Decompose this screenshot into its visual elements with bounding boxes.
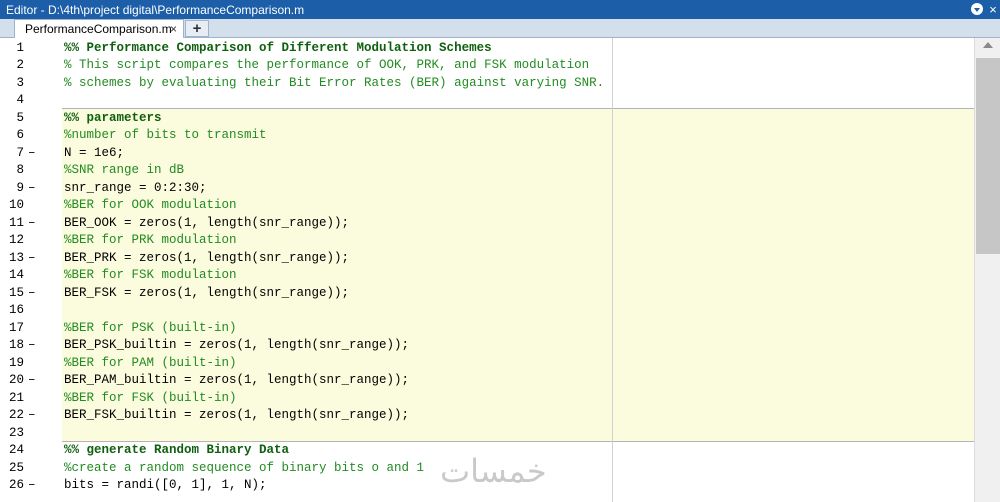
code-statement: BER_PSK_builtin = zeros(1, length(snr_ra… xyxy=(64,338,410,352)
breakpoint-marker[interactable]: – xyxy=(28,215,36,233)
code-statement: BER_FSK_builtin = zeros(1, length(snr_ra… xyxy=(64,408,410,422)
line-number: 15 xyxy=(8,285,24,300)
code-line[interactable]: 16 xyxy=(0,302,974,320)
code-comment: %BER for PAM (built-in) xyxy=(64,355,237,370)
line-number: 10 xyxy=(8,198,24,212)
code-statement: N = 1e6; xyxy=(64,145,125,160)
tab-performance-comparison[interactable]: PerformanceComparison.m × xyxy=(14,19,184,38)
line-number: 11 xyxy=(8,215,24,230)
breakpoint-marker[interactable]: – xyxy=(28,180,36,198)
code-line[interactable]: 18– BER_PSK_builtin = zeros(1, length(snr… xyxy=(0,337,974,355)
line-number: 17 xyxy=(8,320,24,335)
breakpoint-marker[interactable]: – xyxy=(28,285,36,303)
code-comment: %number of bits to transmit xyxy=(64,128,267,142)
line-number: 19 xyxy=(8,355,24,370)
breakpoint-marker[interactable]: – xyxy=(28,145,36,163)
chevron-down-circle-icon[interactable] xyxy=(970,2,984,16)
line-number: 25 xyxy=(8,460,24,475)
code-line[interactable]: 14 %BER for FSK modulation xyxy=(0,267,974,285)
tab-bar: PerformanceComparison.m × + xyxy=(0,19,1000,38)
breakpoint-marker[interactable]: – xyxy=(28,407,36,425)
watermark-logo: خمسات xyxy=(440,452,547,490)
line-number: 8 xyxy=(16,163,24,177)
code-statement: bits = randi([0, 1], 1, N); xyxy=(64,478,267,492)
line-number: 21 xyxy=(8,390,24,405)
code-comment: %BER for PRK modulation xyxy=(64,233,237,247)
code-line[interactable]: 6 %number of bits to transmit xyxy=(0,127,974,145)
tab-label: PerformanceComparison.m xyxy=(25,22,172,36)
line-number: 14 xyxy=(8,268,24,282)
code-line[interactable]: 11– BER_OOK = zeros(1, length(snr_range))… xyxy=(0,215,974,233)
line-number: 26 xyxy=(8,478,24,492)
line-number: 18 xyxy=(8,338,24,352)
code-comment: % schemes by evaluating their Bit Error … xyxy=(64,75,605,90)
line-number: 6 xyxy=(16,128,24,142)
code-comment: %BER for OOK modulation xyxy=(64,198,237,212)
code-comment: %BER for FSK (built-in) xyxy=(64,390,237,405)
line-number: 9 xyxy=(16,180,24,195)
scroll-thumb[interactable] xyxy=(976,58,1000,254)
code-line[interactable]: 15– BER_FSK = zeros(1, length(snr_range))… xyxy=(0,285,974,303)
code-line[interactable]: 1 %% Performance Comparison of Different … xyxy=(0,40,974,58)
window-title: Editor - D:\4th\project digital\Performa… xyxy=(6,2,305,17)
code-line[interactable]: 10 %BER for OOK modulation xyxy=(0,197,974,215)
code-statement: BER_PRK = zeros(1, length(snr_range)); xyxy=(64,250,350,265)
code-line[interactable]: 8 %SNR range in dB xyxy=(0,162,974,180)
line-number: 24 xyxy=(8,443,24,457)
code-line[interactable]: 2 % This script compares the performance … xyxy=(0,57,974,75)
vertical-scrollbar[interactable] xyxy=(974,38,1000,502)
code-line[interactable]: 21 %BER for FSK (built-in) xyxy=(0,390,974,408)
code-comment: %BER for PSK (built-in) xyxy=(64,320,237,335)
line-number: 4 xyxy=(16,93,24,107)
code-line[interactable]: 20– BER_PAM_builtin = zeros(1, length(snr… xyxy=(0,372,974,390)
new-tab-button[interactable]: + xyxy=(185,20,209,37)
code-statement: BER_FSK = zeros(1, length(snr_range)); xyxy=(64,285,350,300)
code-comment: %SNR range in dB xyxy=(64,163,185,177)
line-number: 13 xyxy=(8,250,24,265)
scroll-up-arrow-icon[interactable] xyxy=(983,42,993,48)
close-icon[interactable]: × xyxy=(986,2,1000,17)
code-line[interactable]: 4 xyxy=(0,92,974,110)
line-number: 3 xyxy=(16,75,24,90)
line-number: 23 xyxy=(8,425,24,440)
code-line[interactable]: 9– snr_range = 0:2:30; xyxy=(0,180,974,198)
line-number: 12 xyxy=(8,233,24,247)
code-statement: BER_OOK = zeros(1, length(snr_range)); xyxy=(64,215,350,230)
line-number: 16 xyxy=(8,303,24,317)
section-header: %% generate Random Binary Data xyxy=(64,443,290,457)
code-line[interactable]: 5 %% parameters xyxy=(0,110,974,128)
code-line[interactable]: 23 xyxy=(0,425,974,443)
code-editor[interactable]: 1 %% Performance Comparison of Different … xyxy=(0,38,974,502)
breakpoint-marker[interactable]: – xyxy=(28,372,36,390)
line-number: 22 xyxy=(8,408,24,422)
section-header: %% Performance Comparison of Different M… xyxy=(64,40,492,55)
section-header: %% parameters xyxy=(64,110,162,125)
code-comment: %create a random sequence of binary bits… xyxy=(64,460,425,475)
tab-close-icon[interactable]: × xyxy=(170,22,177,36)
code-line[interactable]: 19 %BER for PAM (built-in) xyxy=(0,355,974,373)
code-statement: BER_PAM_builtin = zeros(1, length(snr_ra… xyxy=(64,373,410,387)
code-comment: %BER for FSK modulation xyxy=(64,268,237,282)
line-number: 2 xyxy=(16,58,24,72)
code-line[interactable]: 17 %BER for PSK (built-in) xyxy=(0,320,974,338)
code-line[interactable]: 3 % schemes by evaluating their Bit Error… xyxy=(0,75,974,93)
line-number: 5 xyxy=(16,110,24,125)
window-titlebar: Editor - D:\4th\project digital\Performa… xyxy=(0,0,1000,19)
breakpoint-marker[interactable]: – xyxy=(28,477,36,495)
code-line[interactable]: 12 %BER for PRK modulation xyxy=(0,232,974,250)
breakpoint-marker[interactable]: – xyxy=(28,250,36,268)
code-line[interactable]: 7– N = 1e6; xyxy=(0,145,974,163)
code-statement: snr_range = 0:2:30; xyxy=(64,180,207,195)
line-number: 7 xyxy=(16,145,24,160)
code-line[interactable]: 22– BER_FSK_builtin = zeros(1, length(snr… xyxy=(0,407,974,425)
breakpoint-marker[interactable]: – xyxy=(28,337,36,355)
line-number: 20 xyxy=(8,373,24,387)
code-comment: % This script compares the performance o… xyxy=(64,58,590,72)
line-number: 1 xyxy=(16,40,24,55)
code-line[interactable]: 13– BER_PRK = zeros(1, length(snr_range))… xyxy=(0,250,974,268)
